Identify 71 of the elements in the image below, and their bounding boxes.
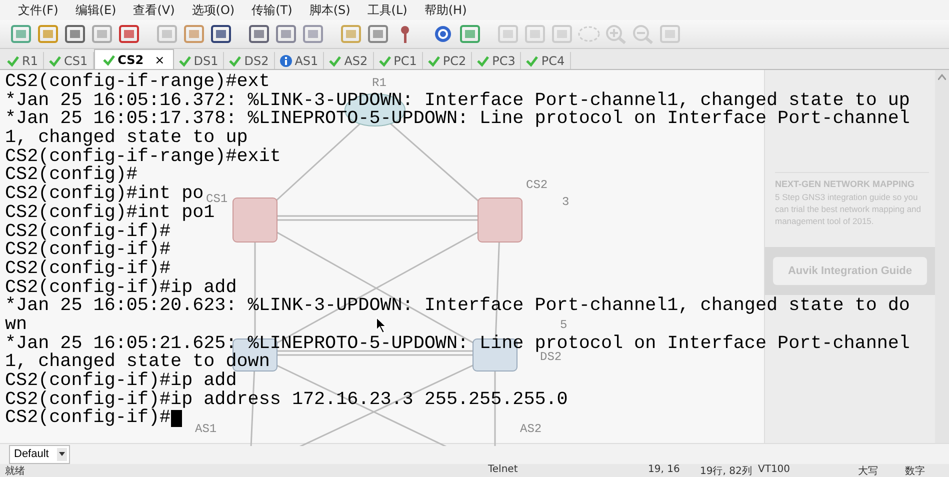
close-button[interactable]: ×: [154, 52, 165, 66]
device-label: R1: [372, 76, 386, 90]
status-text: 19行, 82列: [700, 465, 752, 477]
device-label: AS1: [195, 422, 217, 436]
status-text: Telnet: [488, 464, 518, 475]
tab-label: AS1: [294, 54, 318, 68]
session-tab[interactable]: R1: [2, 52, 44, 69]
help-icon[interactable]: [432, 24, 454, 44]
device-label: CS1: [206, 192, 228, 206]
session-tab[interactable]: AS1: [274, 52, 324, 69]
session-tab[interactable]: PC2: [422, 52, 472, 69]
terminal-line: CS2(config-if)#: [5, 409, 171, 428]
session-tab[interactable]: DS2: [224, 52, 275, 69]
terminal-line: 1, changed state to up: [5, 129, 248, 148]
terminal-line: wn: [5, 316, 28, 335]
terminal-line: CS2(config)#: [5, 166, 138, 186]
session-tab[interactable]: CS2 ×: [94, 49, 174, 69]
terminal-line: *Jan 25 16:05:20.623: %LINK-3-UPDOWN: Interface Port-channel1, changed state to do: [5, 297, 910, 316]
terminal-line: *Jan 25 16:05:17.378: %LINEPROTO-5-UPDOWN: Line protocol on Interface Port-channel: [5, 110, 910, 130]
terminal-line: CS2(config)#int po: [5, 185, 204, 204]
terminal-line: *Jan 25 16:05:16.372: %LINK-3-UPDOWN: Interface Port-channel1, changed state to up: [5, 92, 910, 110]
tab-label: PC1: [394, 54, 417, 68]
session-tab[interactable]: AS2: [324, 52, 374, 69]
status-text: 就绪: [5, 464, 25, 477]
terminal-line: CS2(config)#int po1: [5, 204, 215, 222]
menu-item[interactable]: 文件(F): [18, 2, 58, 18]
menu-item[interactable]: 脚本(S): [309, 2, 350, 18]
ellipse-icon[interactable]: [578, 24, 600, 44]
session-tab[interactable]: DS1: [174, 52, 224, 69]
node-number: 5: [560, 318, 568, 332]
device-label: CS2: [526, 178, 548, 192]
terminal-line: CS2(config-if)#: [5, 260, 171, 279]
terminal-line: 1, changed state to down: [5, 353, 270, 372]
scrollbar[interactable]: [935, 70, 949, 443]
status-text: 数字: [905, 464, 925, 477]
terminal-line: CS2(config-if-range)#exit: [5, 148, 281, 166]
terminal-line: CS2(config-if-range)#ext: [5, 73, 270, 92]
terminal-line: CS2(config-if)#ip add: [5, 278, 237, 298]
zoom-in-icon[interactable]: [605, 24, 627, 44]
status-text: 19, 16: [648, 464, 680, 475]
status-text: 大写: [858, 464, 878, 477]
menu-item[interactable]: 选项(O): [192, 2, 235, 18]
tab-label: CS1: [64, 54, 88, 68]
node-number: 3: [562, 195, 570, 209]
menu-item[interactable]: 帮助(H): [424, 2, 467, 18]
terminal-line: CS2(config-if)#ip add: [5, 372, 237, 391]
terminal-line: CS2(config-if)#: [5, 222, 171, 242]
session-tab[interactable]: PC4: [521, 52, 571, 69]
caret-icon: [58, 452, 65, 456]
tab-label: PC2: [442, 54, 466, 68]
menu-item[interactable]: 查看(V): [133, 2, 175, 18]
tab-label: AS2: [344, 54, 368, 68]
session-dropdown[interactable]: Default: [9, 444, 70, 464]
tab-label: PC4: [541, 54, 565, 68]
device-label: AS2: [520, 422, 542, 436]
menu-item[interactable]: 工具(L): [367, 2, 408, 18]
status-text: VT100: [758, 464, 790, 475]
zoom-out-icon[interactable]: [632, 24, 654, 44]
tab-label: DS2: [244, 54, 269, 68]
terminal-line: CS2(config-if)#: [5, 241, 171, 260]
terminal-line: CS2(config-if)#ip address 172.16.23.3 255.255.255.0: [5, 390, 568, 410]
tab-label: DS1: [194, 54, 218, 68]
tab-label: PC3: [492, 54, 516, 68]
menu-item[interactable]: 编辑(E): [75, 2, 116, 18]
mouse-pointer-icon: [376, 317, 387, 334]
tab-label: R1: [22, 54, 38, 68]
menu-item[interactable]: 传输(T): [252, 2, 292, 18]
session-tab[interactable]: PC3: [472, 52, 522, 69]
dropdown-value: Default: [14, 448, 49, 460]
session-tab[interactable]: PC1: [374, 52, 423, 69]
tab-label: CS2: [118, 52, 144, 66]
